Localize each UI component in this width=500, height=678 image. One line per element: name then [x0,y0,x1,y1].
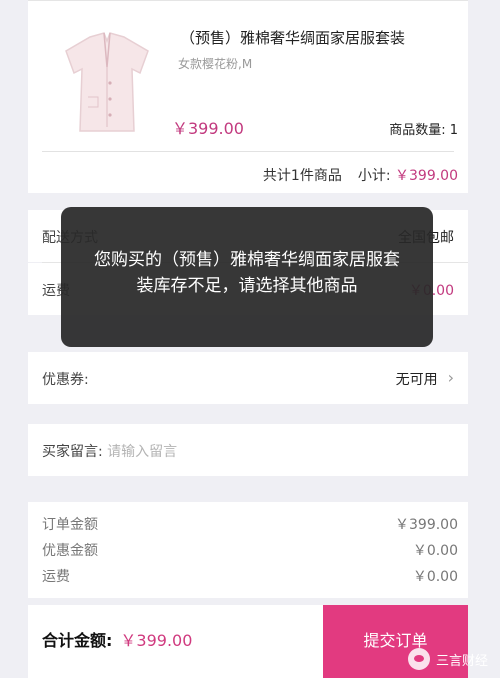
order-amount-label: 订单金额 [42,517,98,533]
coupon-row[interactable]: 优惠券: 无可用 › [28,352,468,404]
total-row: 订单金额 ￥399.00 [42,514,458,534]
watermark: 三言财经 [407,648,488,670]
total-row: 优惠金额 ￥0.00 [42,540,458,560]
summary-subtotal-label: 小计: [357,168,391,184]
toast-line-1: 您购买的（预售）雅棉奢华绸面家居服套 [94,250,400,270]
shipping-fee-label: 运费 [42,569,70,585]
coupon-value: 无可用 [395,372,438,388]
summary-subtotal-value: ￥399.00 [395,168,458,184]
out-of-stock-toast: 您购买的（预售）雅棉奢华绸面家居服套 装库存不足，请选择其他商品 [61,207,433,347]
product-card: （预售）雅棉奢华绸面家居服套装 女款樱花粉,M ￥399.00 商品数量: 1 … [28,0,468,193]
product-title[interactable]: （预售）雅棉奢华绸面家居服套装 [180,27,405,48]
chevron-right-icon: › [447,368,454,387]
total-row: 运费 ￥0.00 [42,566,458,586]
grand-total-label: 合计金额: [42,631,113,650]
product-price: ￥399.00 [172,119,244,138]
toast-line-2: 装库存不足，请选择其他商品 [136,276,358,296]
product-quantity: 商品数量: 1 [389,123,458,138]
wechat-logo-icon [407,648,430,670]
pajama-shirt-icon [52,27,162,137]
shipping-fee-value: ￥0.00 [412,569,458,585]
buyer-message-row[interactable]: 买家留言: 请输入留言 [28,424,468,476]
totals-block: 订单金额 ￥399.00 优惠金额 ￥0.00 运费 ￥0.00 [28,502,468,598]
divider [42,151,454,152]
coupon-value-wrap: 无可用 › [395,368,454,389]
buyer-message-label: 买家留言: [42,444,103,460]
product-variant: 女款樱花粉,M [178,57,253,71]
product-summary: 共计1件商品 小计: ￥399.00 [263,165,458,185]
watermark-text: 三言财经 [435,653,488,669]
grand-total-value: ￥399.00 [120,631,193,650]
grand-total: 合计金额: ￥399.00 [42,627,192,651]
discount-amount-value: ￥0.00 [412,543,458,559]
order-amount-value: ￥399.00 [395,517,458,533]
buyer-message-input[interactable]: 请输入留言 [107,444,177,460]
discount-amount-label: 优惠金额 [42,543,98,559]
buyer-message-field[interactable]: 买家留言: 请输入留言 [42,441,177,461]
coupon-label: 优惠券: [42,372,89,388]
summary-count: 共计1件商品 [262,168,342,184]
checkout-bar: 合计金额: ￥399.00 提交订单 [28,605,468,678]
